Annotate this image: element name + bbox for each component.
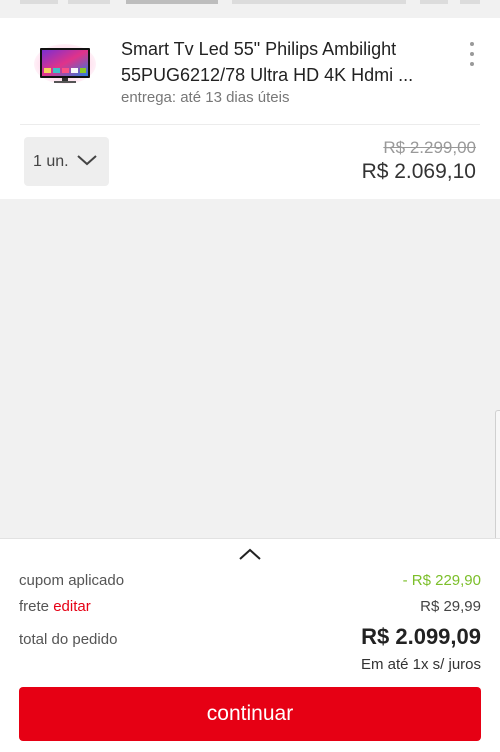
quantity-select[interactable]: 1 un. xyxy=(24,137,109,186)
tv-thumbnail-icon[interactable] xyxy=(34,44,96,88)
product-title[interactable]: Smart Tv Led 55" Philips Ambilight 55PUG… xyxy=(121,36,451,88)
dot xyxy=(470,52,474,56)
dot xyxy=(470,62,474,66)
coupon-row: cupom aplicado - R$ 229,90 xyxy=(19,572,481,589)
shipping-value: R$ 29,99 xyxy=(420,598,481,615)
coupon-label: cupom aplicado xyxy=(19,572,125,589)
tab-indicator xyxy=(460,0,480,4)
more-options-icon[interactable] xyxy=(462,42,482,66)
shipping-label-group: frete editar xyxy=(19,598,91,615)
shipping-row: frete editar R$ 29,99 xyxy=(19,598,481,615)
tab-indicator xyxy=(232,0,406,4)
divider xyxy=(20,124,480,125)
dot xyxy=(470,42,474,46)
total-value: R$ 2.099,09 xyxy=(361,624,481,649)
tab-indicator xyxy=(20,0,58,4)
installments-note: Em até 1x s/ juros xyxy=(360,656,481,673)
delivery-estimate: entrega: até 13 dias úteis xyxy=(121,89,290,106)
original-price: R$ 2.299,00 xyxy=(383,138,476,157)
shipping-label: frete xyxy=(19,598,50,615)
quantity-label: 1 un. xyxy=(33,152,69,170)
tab-indicator xyxy=(68,0,110,4)
tab-indicator-active xyxy=(126,0,218,4)
coupon-value: - R$ 229,90 xyxy=(402,572,481,589)
total-label: total do pedido xyxy=(19,631,118,648)
edit-shipping-link[interactable]: editar xyxy=(53,598,91,615)
order-summary-panel: cupom aplicado - R$ 229,90 frete editar … xyxy=(0,538,500,752)
chevron-up-icon[interactable] xyxy=(238,547,262,561)
continue-button[interactable]: continuar xyxy=(19,687,481,741)
cart-item-card: Smart Tv Led 55" Philips Ambilight 55PUG… xyxy=(0,18,500,199)
chevron-down-icon xyxy=(77,155,97,166)
tab-indicator xyxy=(420,0,448,4)
current-price: R$ 2.069,10 xyxy=(361,160,476,183)
top-tab-strip xyxy=(0,0,500,18)
total-row: total do pedido R$ 2.099,09 xyxy=(19,624,481,650)
